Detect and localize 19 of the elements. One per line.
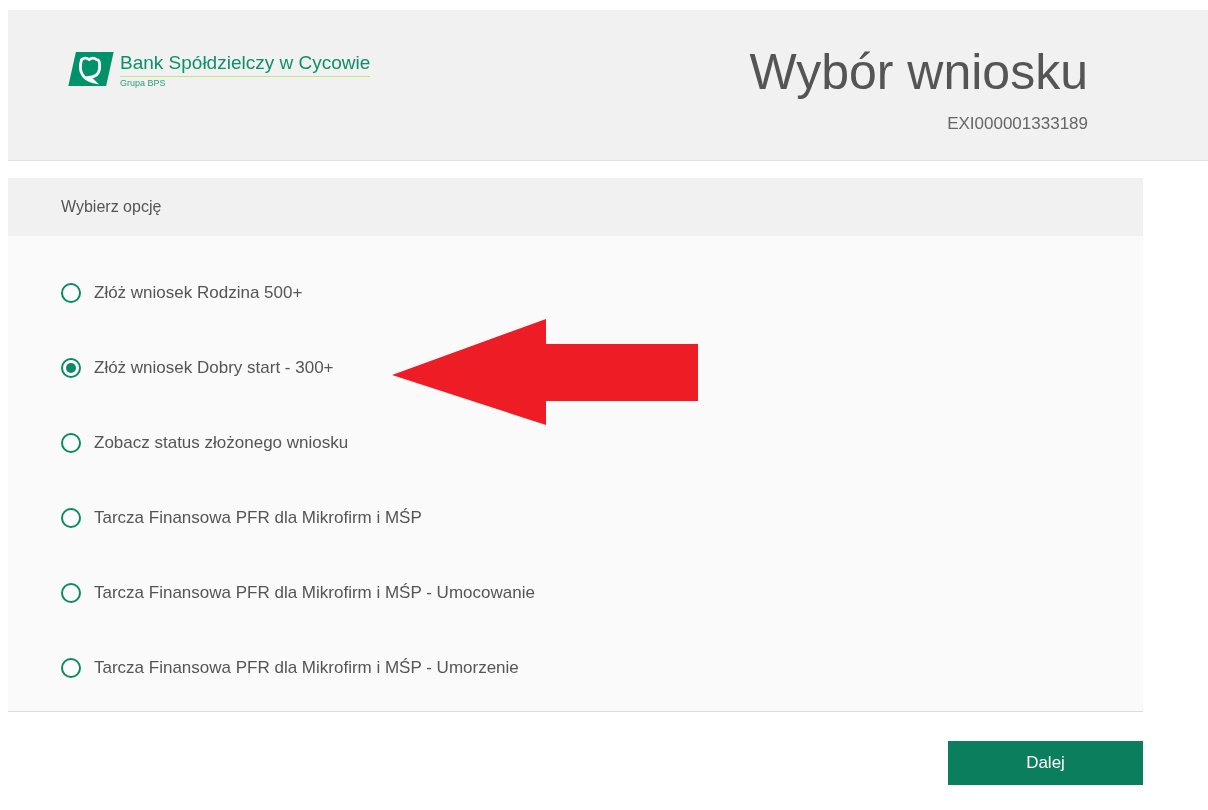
bank-name: Bank Spółdzielczy w Cycowie: [120, 52, 371, 77]
radio-button[interactable]: [61, 283, 81, 303]
option-label[interactable]: Zobacz status złożonego wniosku: [94, 433, 349, 453]
option-label[interactable]: Złóż wniosek Dobry start - 300+: [94, 358, 334, 378]
option-label[interactable]: Złóż wniosek Rodzina 500+: [94, 283, 303, 303]
page-title: Wybór wniosku: [749, 43, 1088, 102]
bank-group: Grupa BPS: [120, 78, 371, 88]
radio-button[interactable]: [61, 583, 81, 603]
radio-button[interactable]: [61, 433, 81, 453]
option-label[interactable]: Tarcza Finansowa PFR dla Mikrofirm i MŚP - Umocowanie: [94, 583, 535, 603]
option-label[interactable]: Tarcza Finansowa PFR dla Mikrofirm i MŚP: [94, 508, 422, 528]
next-button[interactable]: Dalej: [948, 741, 1143, 785]
radio-button[interactable]: [61, 658, 81, 678]
reference-number: EXI000001333189: [947, 114, 1088, 134]
radio-button[interactable]: [61, 508, 81, 528]
panel-heading: Wybierz opcję: [8, 178, 1143, 236]
option-label[interactable]: Tarcza Finansowa PFR dla Mikrofirm i MŚP - Umorzenie: [94, 658, 519, 678]
bank-logo-icon: [68, 52, 114, 86]
radio-button[interactable]: [61, 358, 81, 378]
